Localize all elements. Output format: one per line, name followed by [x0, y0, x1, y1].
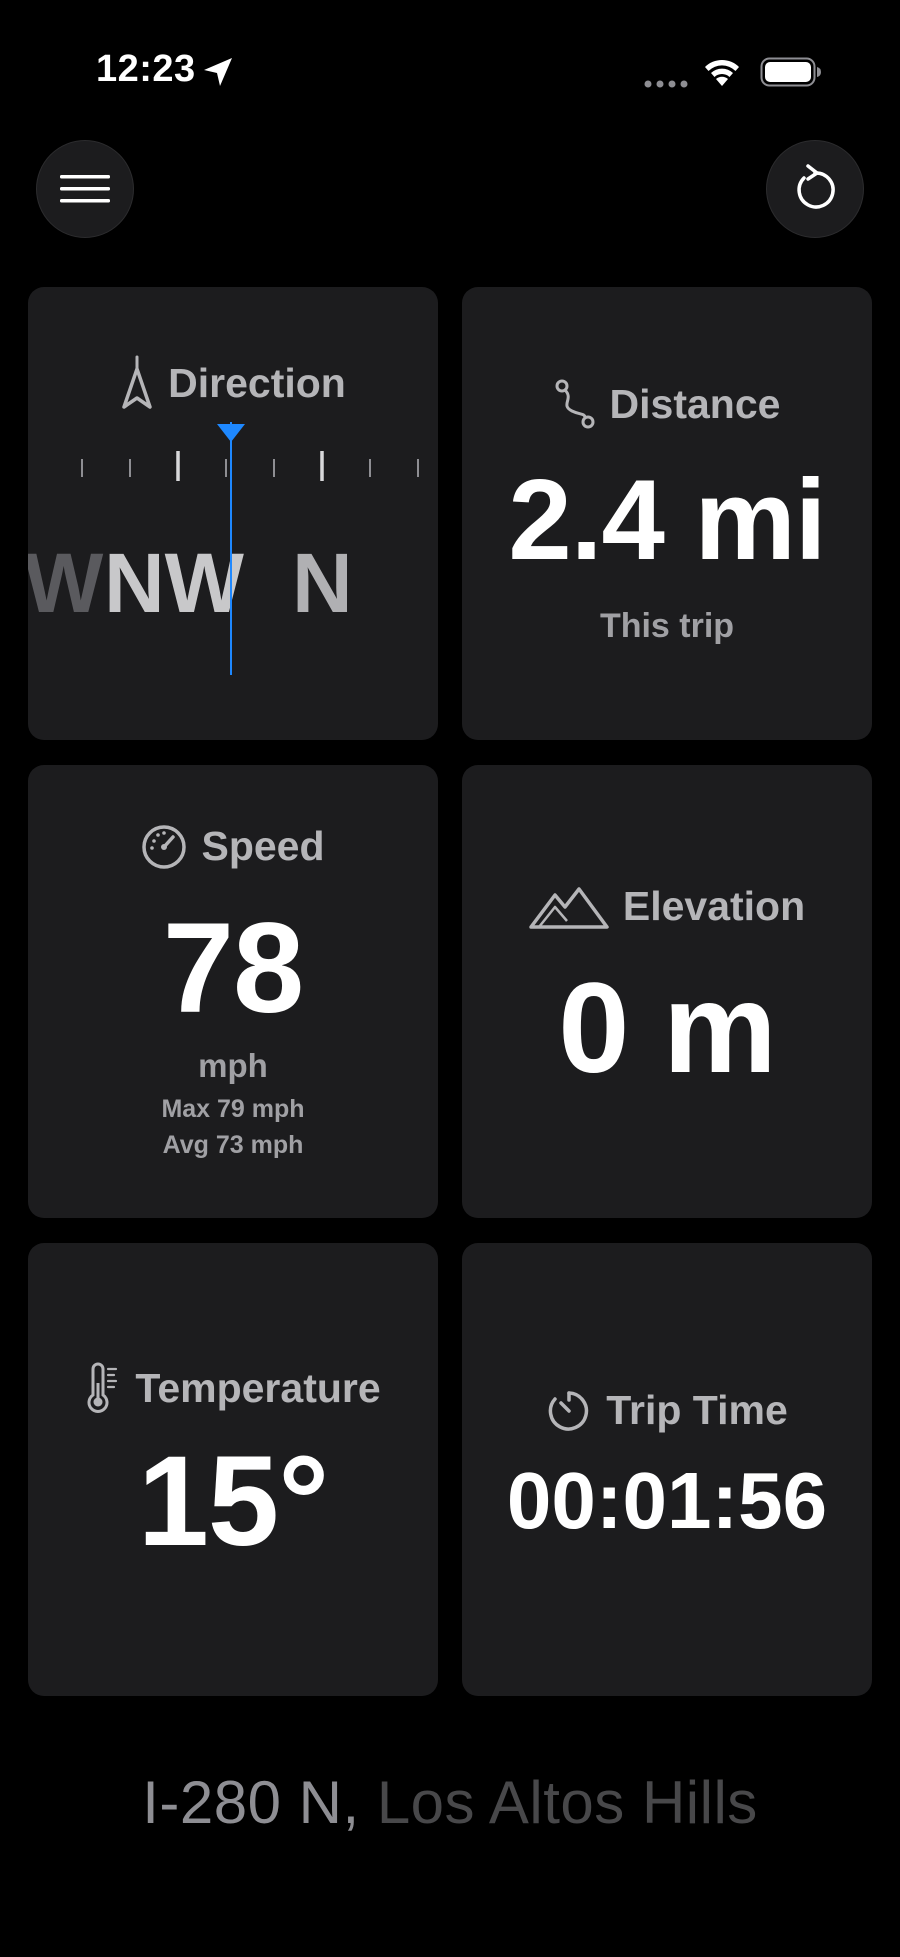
- temperature-value: 15°: [137, 1430, 330, 1573]
- compass-letters: W NW N: [28, 535, 438, 645]
- status-time: 12:23: [96, 48, 196, 90]
- speed-header: Speed: [28, 823, 438, 870]
- compass-heading-line: [230, 422, 232, 675]
- timer-icon: [548, 1390, 589, 1431]
- current-location: I-280 N, Los Altos Hills: [0, 1768, 900, 1837]
- speed-card[interactable]: Speed 78 mph Max 79 mph Avg 73 mph: [28, 765, 438, 1218]
- route-icon: [555, 379, 595, 429]
- status-bar: 12:23: [0, 0, 900, 150]
- hamburger-menu-icon: [60, 175, 110, 203]
- temperature-label: Temperature: [135, 1364, 381, 1411]
- speed-avg: Avg 73 mph: [162, 1131, 304, 1159]
- trip-time-label: Trip Time: [606, 1387, 788, 1433]
- direction-label: Direction: [168, 359, 346, 406]
- speedometer-icon: [142, 824, 187, 869]
- reset-arrow-icon: [797, 164, 835, 209]
- distance-caption: This trip: [599, 607, 735, 645]
- direction-header: Direction: [28, 355, 438, 411]
- location-separator: ,: [342, 1769, 360, 1836]
- elevation-label: Elevation: [622, 883, 806, 929]
- trip-time-card[interactable]: Trip Time 00:01:56: [462, 1243, 872, 1696]
- distance-value: 2.4 mi: [508, 457, 826, 584]
- elevation-header: Elevation: [462, 883, 872, 930]
- compass-arrow-icon: [122, 355, 152, 409]
- city-name: Los Altos Hills: [376, 1769, 758, 1836]
- compass-heading-marker: [217, 424, 245, 442]
- temperature-card[interactable]: Temperature 15°: [28, 1243, 438, 1696]
- location-arrow-icon: [204, 58, 232, 86]
- trip-time-value: 00:01:56: [506, 1456, 828, 1545]
- compass-letter-n: N: [292, 536, 353, 630]
- battery-icon: [760, 57, 821, 87]
- road-name: I-280 N: [142, 1769, 343, 1836]
- wifi-icon: [705, 59, 739, 86]
- thermometer-icon: [87, 1362, 118, 1413]
- elevation-value: 0 m: [558, 957, 777, 1100]
- cellular-signal-icon: [644, 80, 688, 88]
- distance-label: Distance: [609, 380, 781, 427]
- menu-button[interactable]: [36, 140, 134, 238]
- temperature-header: Temperature: [28, 1361, 438, 1415]
- distance-header: Distance: [462, 379, 872, 429]
- compass-letter-nw: NW: [104, 536, 244, 630]
- trip-time-header: Trip Time: [462, 1387, 872, 1434]
- elevation-card[interactable]: Elevation 0 m: [462, 765, 872, 1218]
- speed-value: 78: [162, 897, 304, 1040]
- mountains-icon: [529, 886, 609, 929]
- direction-card[interactable]: Direction W NW N: [28, 287, 438, 740]
- compass-letter-w: W: [28, 536, 104, 630]
- speed-max: Max 79 mph: [161, 1095, 305, 1123]
- speed-unit: mph: [198, 1047, 268, 1084]
- reset-trip-button[interactable]: [766, 140, 864, 238]
- speed-label: Speed: [201, 823, 325, 869]
- distance-card[interactable]: Distance 2.4 mi This trip: [462, 287, 872, 740]
